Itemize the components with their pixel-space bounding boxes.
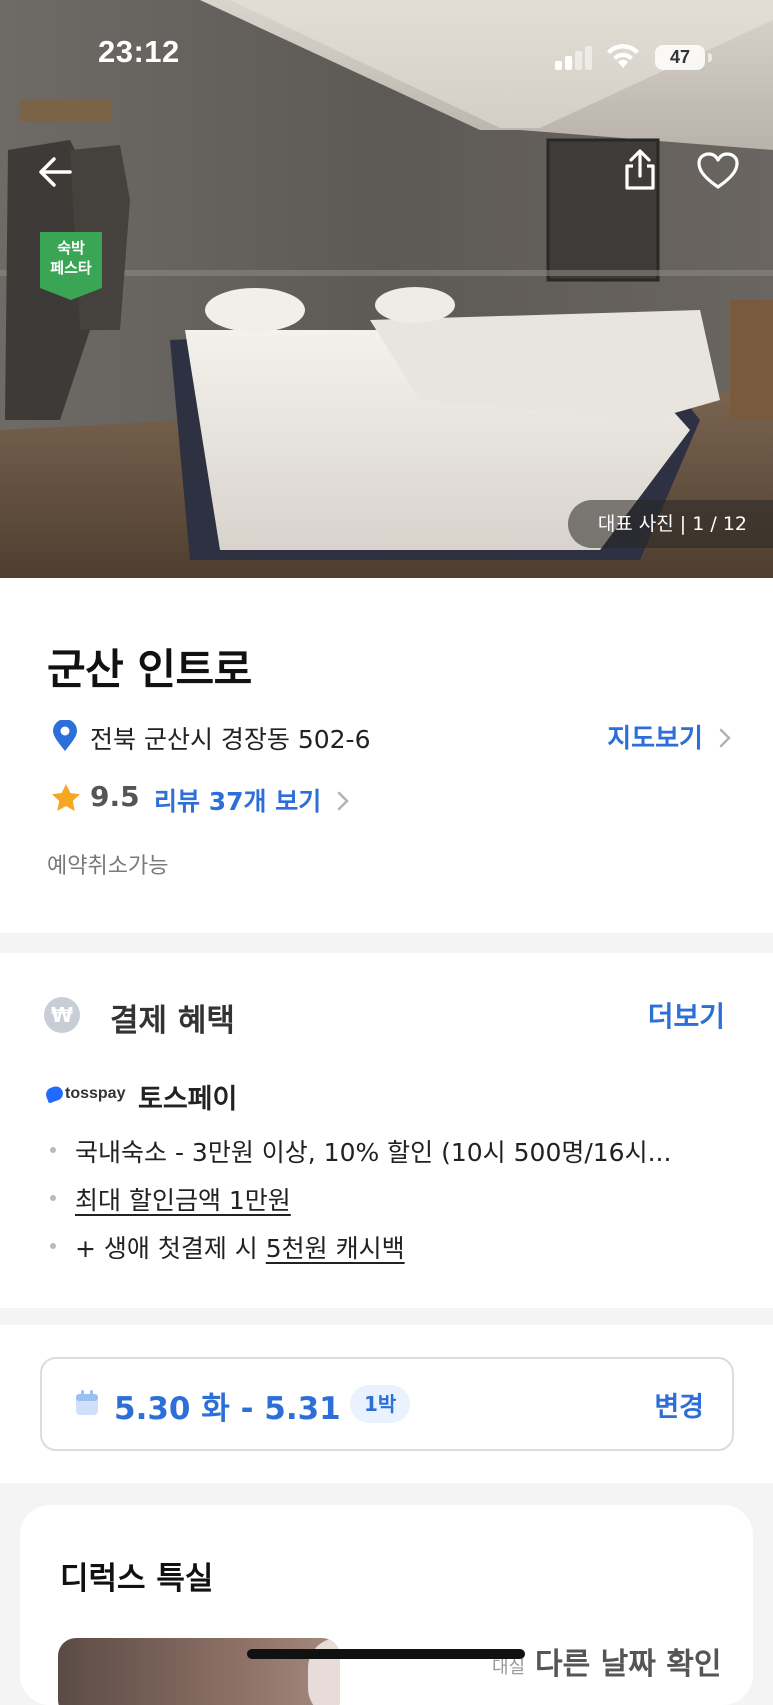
view-reviews-label: 리뷰 37개 보기 bbox=[154, 787, 322, 816]
benefit-text: 최대 할인금액 1만원 bbox=[75, 1186, 291, 1215]
room-card[interactable]: 디럭스 특실 대실 다른 날짜 확인 bbox=[20, 1505, 753, 1705]
benefit-text: 국내숙소 - 3만원 이상, 10% 할인 (10시 500명/16시... bbox=[75, 1138, 672, 1167]
check-other-dates[interactable]: 다른 날짜 확인 bbox=[535, 1639, 722, 1683]
hotel-address: 전북 군산시 경장동 502-6 bbox=[90, 725, 371, 754]
badge-text: 숙박 페스타 bbox=[40, 238, 102, 278]
benefit-text: + 생애 첫결제 시 bbox=[75, 1234, 266, 1263]
back-arrow-icon[interactable] bbox=[36, 152, 76, 192]
chevron-right-icon bbox=[719, 728, 731, 748]
payment-provider: 토스페이 bbox=[138, 1084, 238, 1115]
address-row: 전북 군산시 경장동 502-6 지도보기 bbox=[52, 716, 732, 756]
hero-photo[interactable]: 23:12 47 숙박 페스타 대표 사진 | 1 / 12 bbox=[0, 0, 773, 578]
view-map-link[interactable]: 지도보기 bbox=[607, 718, 732, 755]
share-icon[interactable] bbox=[620, 148, 660, 192]
benefit-list: 국내숙소 - 3만원 이상, 10% 할인 (10시 500명/16시... 최… bbox=[50, 1133, 750, 1277]
date-section: 5.30 화 - 5.31 수 1박 변경 bbox=[0, 1325, 773, 1483]
cancel-policy: 예약취소가능 bbox=[47, 854, 169, 879]
payment-benefit-section: ₩ 결제 혜택 더보기 tosspay 토스페이 국내숙소 - 3만원 이상, … bbox=[0, 953, 773, 1308]
stay-festa-badge: 숙박 페스타 bbox=[40, 232, 102, 300]
room-title: 디럭스 특실 bbox=[60, 1561, 214, 1597]
nights-badge: 1박 bbox=[350, 1385, 411, 1423]
home-indicator[interactable] bbox=[247, 1649, 525, 1659]
rating-row: 9.5 리뷰 37개 보기 bbox=[50, 778, 550, 818]
bullet-icon bbox=[50, 1243, 56, 1249]
cashback-text: 5천원 캐시백 bbox=[265, 1234, 405, 1263]
rating-score: 9.5 bbox=[90, 780, 140, 813]
tosspay-wordmark: tosspay bbox=[65, 1085, 126, 1102]
status-bar: 23:12 47 bbox=[0, 0, 773, 110]
view-map-label: 지도보기 bbox=[607, 724, 703, 754]
bullet-icon bbox=[50, 1147, 56, 1153]
benefit-text-group: + 생애 첫결제 시 5천원 캐시백 bbox=[75, 1229, 405, 1265]
battery-tip bbox=[708, 53, 712, 62]
badge-line1: 숙박 bbox=[57, 239, 85, 257]
benefit-item: + 생애 첫결제 시 5천원 캐시백 bbox=[50, 1229, 750, 1277]
hotel-name: 군산 인트로 bbox=[47, 645, 252, 694]
view-reviews-link[interactable]: 리뷰 37개 보기 bbox=[154, 782, 350, 818]
cellular-signal-icon bbox=[555, 46, 593, 70]
photo-counter[interactable]: 대표 사진 | 1 / 12 bbox=[567, 500, 773, 548]
won-icon: ₩ bbox=[44, 997, 80, 1033]
wifi-icon bbox=[607, 44, 639, 68]
calendar-icon bbox=[76, 1390, 98, 1415]
more-button[interactable]: 더보기 bbox=[648, 995, 725, 1035]
badge-line2: 페스타 bbox=[50, 259, 92, 277]
benefit-item: 최대 할인금액 1만원 bbox=[50, 1181, 750, 1229]
hotel-info-section: 군산 인트로 전북 군산시 경장동 502-6 지도보기 9.5 리뷰 37개 … bbox=[0, 578, 773, 933]
change-dates-button[interactable]: 변경 bbox=[654, 1385, 704, 1424]
stay-dates: 5.30 화 - 5.31 수 bbox=[114, 1391, 381, 1427]
status-time: 23:12 bbox=[98, 34, 180, 69]
battery-indicator: 47 bbox=[655, 45, 705, 70]
benefit-item: 국내숙소 - 3만원 이상, 10% 할인 (10시 500명/16시... bbox=[50, 1133, 750, 1181]
tosspay-logo: tosspay bbox=[44, 1084, 126, 1105]
tosspay-mark-icon bbox=[44, 1084, 65, 1104]
benefit-title: 결제 혜택 bbox=[110, 1003, 235, 1039]
location-pin-icon bbox=[53, 720, 77, 751]
star-icon bbox=[52, 784, 80, 811]
heart-icon[interactable] bbox=[697, 152, 739, 190]
chevron-right-icon bbox=[337, 791, 349, 811]
bullet-icon bbox=[50, 1195, 56, 1201]
date-selector[interactable]: 5.30 화 - 5.31 수 1박 변경 bbox=[40, 1357, 734, 1451]
